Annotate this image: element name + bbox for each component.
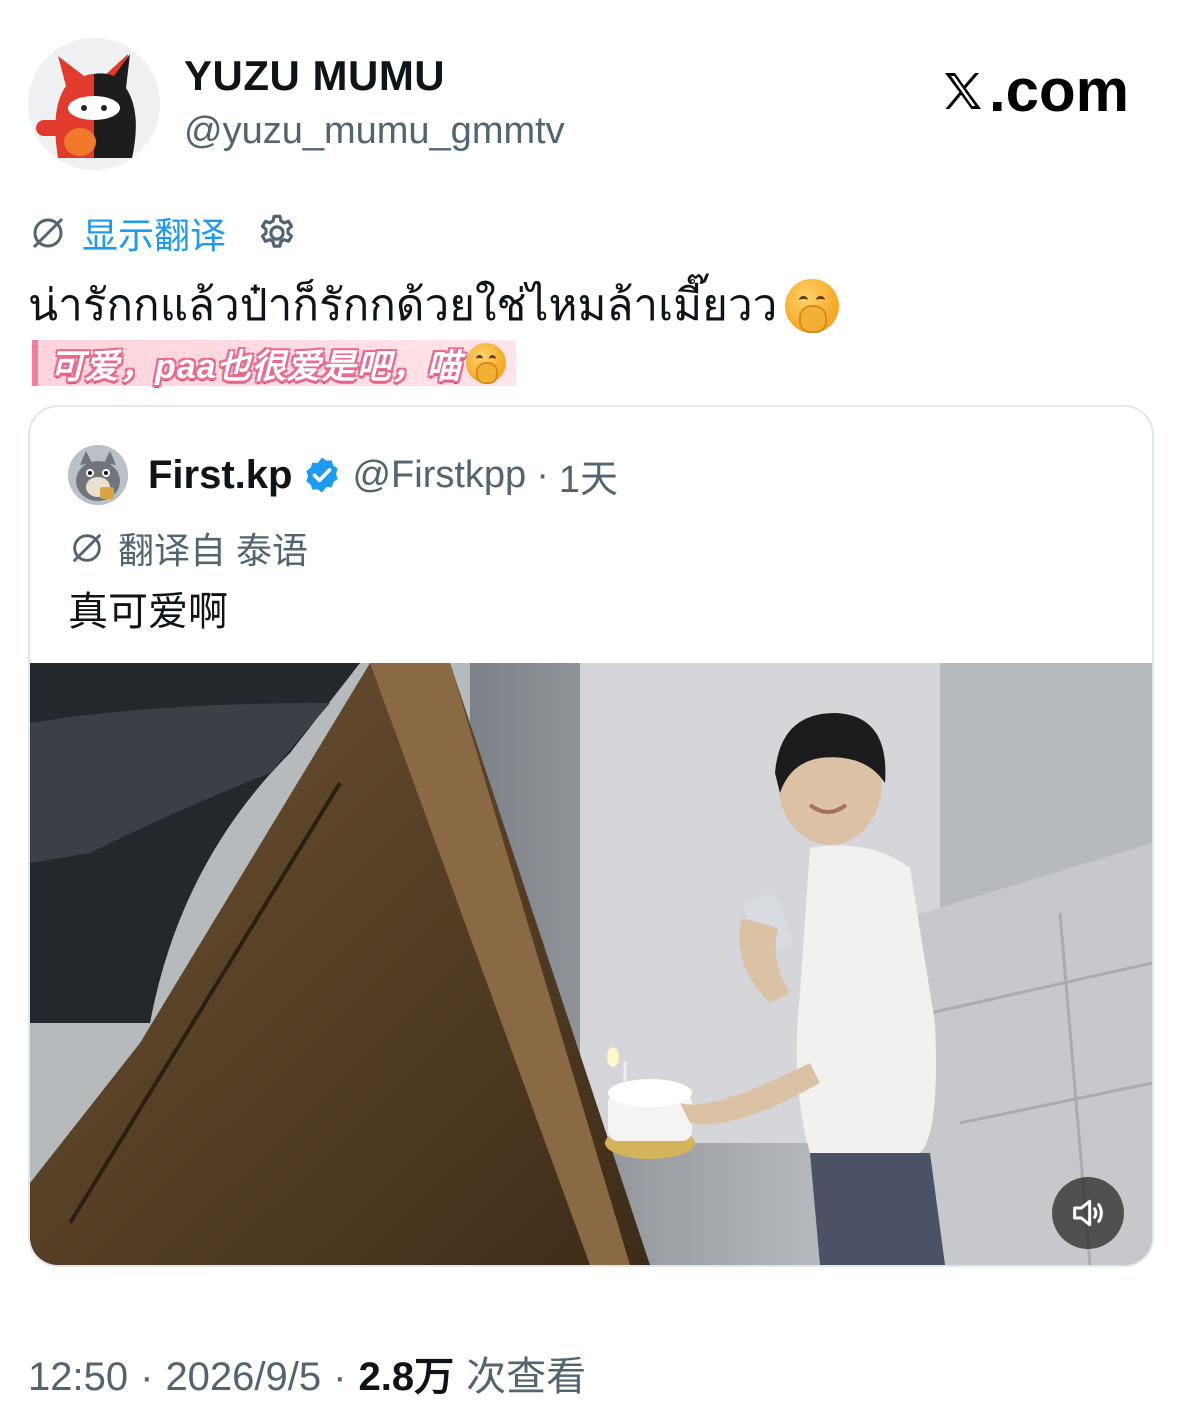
separator-dot: · bbox=[333, 1355, 347, 1399]
brand-domain: .com bbox=[988, 57, 1129, 124]
separator-dot: · bbox=[536, 453, 549, 496]
x-logo-icon bbox=[944, 72, 981, 109]
author-avatar[interactable] bbox=[28, 38, 160, 170]
view-count-label: 次查看 bbox=[466, 1355, 587, 1399]
speaker-muted-icon bbox=[1073, 1199, 1103, 1227]
subtitle-caption: 可爱，paa也很爱是吧，喵 bbox=[32, 340, 516, 386]
quoted-post-time[interactable]: 1天 bbox=[559, 448, 618, 503]
post-meta: 12:50 · 2026/9/5 · 2.8万 次查看 bbox=[28, 1344, 586, 1402]
post-date[interactable]: 2026/9/5 bbox=[165, 1355, 321, 1400]
mute-button[interactable] bbox=[1052, 1177, 1124, 1249]
quoted-video[interactable] bbox=[30, 663, 1152, 1265]
quoted-post-card[interactable]: First.kp @Firstkpp · 1天 翻译自 泰语 真可爱啊 bbox=[28, 405, 1154, 1267]
quoted-author-name[interactable]: First.kp bbox=[148, 453, 292, 498]
post-time[interactable]: 12:50 bbox=[28, 1355, 128, 1400]
view-count: 2.8万 bbox=[358, 1355, 455, 1399]
hand-over-mouth-emoji-icon bbox=[785, 279, 840, 333]
show-translation-link[interactable]: 显示翻译 bbox=[82, 207, 226, 259]
translate-icon bbox=[32, 217, 64, 249]
verified-badge-icon bbox=[306, 457, 339, 493]
post-text: น่ารักกแล้วป๋าก็รักกด้วยใช่ไหมล้าเมี๊ยวว bbox=[28, 278, 840, 334]
translate-row: 显示翻译 bbox=[28, 210, 298, 256]
x-brand: .com bbox=[939, 56, 1129, 125]
quoted-post-header: First.kp @Firstkpp · 1天 bbox=[68, 445, 618, 505]
post-body: น่ารักกแล้วป๋าก็รักกด้วยใช่ไหมล้าเมี๊ยวว bbox=[28, 281, 778, 330]
author-display-name[interactable]: YUZU MUMU bbox=[184, 52, 445, 100]
hand-over-mouth-emoji-icon bbox=[465, 343, 506, 384]
gear-icon[interactable] bbox=[256, 212, 298, 254]
quoted-post-text: 真可爱啊 bbox=[68, 590, 228, 634]
separator-dot: · bbox=[140, 1355, 154, 1399]
quoted-author-handle[interactable]: @Firstkpp bbox=[352, 454, 526, 497]
quoted-translation-note: 翻译自 泰语 bbox=[68, 525, 308, 571]
translated-from-label[interactable]: 翻译自 泰语 bbox=[118, 522, 308, 574]
subtitle-text: 可爱，paa也很爱是吧，喵 bbox=[50, 347, 462, 386]
video-still-image bbox=[30, 663, 1152, 1265]
quoted-author-avatar[interactable] bbox=[68, 445, 128, 505]
author-handle[interactable]: @yuzu_mumu_gmmtv bbox=[184, 110, 565, 153]
translate-icon bbox=[72, 533, 102, 563]
